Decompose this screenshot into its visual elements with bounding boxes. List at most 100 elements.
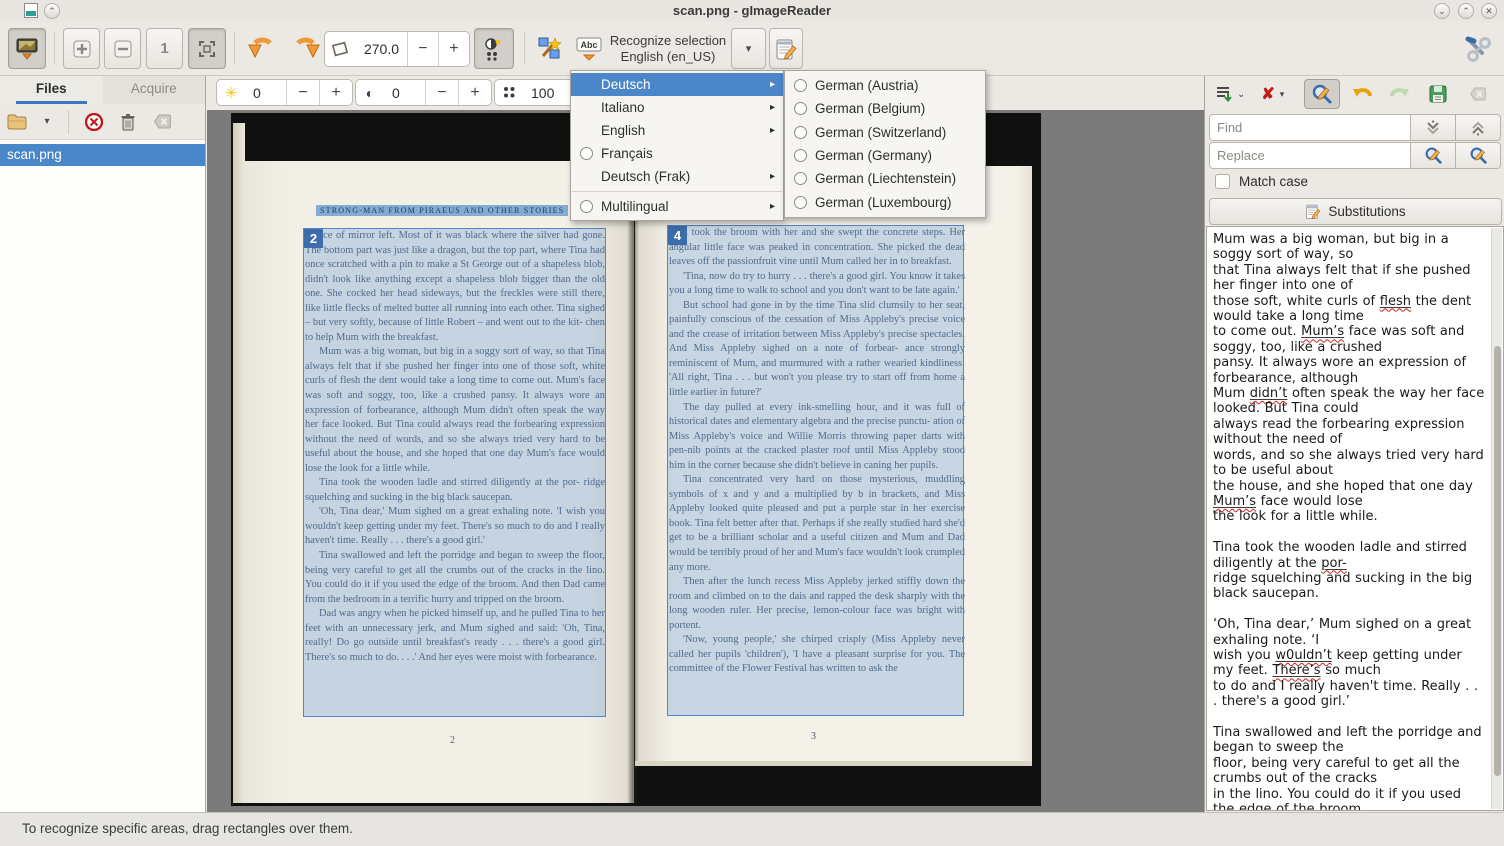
match-case-label: Match case (1239, 174, 1308, 189)
misspelled-word[interactable]: por- (1321, 556, 1346, 571)
left-page-number: 2 (450, 735, 455, 746)
clear-output-button[interactable] (1466, 79, 1490, 109)
chevron-down-icon: ⌄ (1438, 6, 1446, 16)
ocr-selection-region-2[interactable]: 2 (303, 228, 606, 717)
output-scrollbar[interactable] (1491, 228, 1502, 809)
zoom-fit-button[interactable] (188, 28, 226, 69)
find-input[interactable] (1209, 114, 1411, 141)
open-file-dropdown[interactable]: ▾ (34, 116, 60, 127)
image-controls-toggle[interactable] (474, 28, 514, 69)
menu-separator (572, 191, 782, 192)
minus-icon: − (418, 40, 427, 58)
match-case-option[interactable]: Match case (1215, 174, 1308, 189)
zoom-in-button[interactable] (63, 28, 100, 69)
match-case-checkbox[interactable] (1215, 174, 1230, 189)
minimize-button[interactable]: ⌄ (1434, 3, 1450, 19)
rotate-left-button[interactable] (242, 28, 282, 69)
recognize-language: English (en_US) (610, 49, 726, 65)
zoom-out-icon (114, 40, 132, 58)
ocr-selection-region-4[interactable]: 4 (667, 225, 964, 716)
submenu-item-german-belgium[interactable]: German (Belgium) (785, 97, 985, 120)
replace-button[interactable] (1411, 142, 1456, 169)
open-file-button[interactable] (0, 114, 34, 130)
brightness-value[interactable]: 0 (245, 80, 286, 105)
rotation-decrease-button[interactable]: − (408, 32, 438, 66)
tab-files[interactable]: Files (0, 76, 103, 104)
maximize-button[interactable]: ⌃ (1458, 3, 1474, 19)
output-line: the house, and she hoped that one day Mu… (1213, 479, 1485, 510)
redo-button[interactable] (1384, 79, 1414, 109)
zoom-original-button[interactable]: 1 (146, 28, 183, 69)
close-button[interactable]: ✕ (1481, 3, 1497, 19)
menu-item-deutsch-frak[interactable]: Deutsch (Frak)▸ (571, 165, 783, 188)
output-scrollbar-thumb[interactable] (1494, 346, 1501, 776)
submenu-item-german-liechtenstein[interactable]: German (Liechtenstein) (785, 167, 985, 190)
submenu-arrow-icon: ▸ (770, 125, 775, 136)
save-output-button[interactable] (1424, 79, 1452, 109)
substitutions-button[interactable]: Substitutions (1209, 198, 1502, 225)
recognize-button[interactable]: Abc Recognize selection English (en_US) (572, 28, 730, 69)
file-item-scan-png[interactable]: scan.png (0, 144, 205, 166)
radio-icon (580, 200, 593, 213)
output-line: wish you w0uldn’t keep getting under my … (1213, 648, 1485, 679)
menu-item-label: Deutsch (601, 77, 651, 92)
find-next-button[interactable] (1411, 114, 1456, 141)
rotation-value[interactable]: 270.0 (356, 32, 407, 66)
misspelled-word[interactable]: w0uldn’t (1275, 648, 1331, 663)
rotation-increase-button[interactable]: + (439, 32, 469, 66)
rotation-spinbox[interactable]: 270.0 − + (324, 31, 470, 67)
brightness-decrease[interactable]: − (287, 80, 319, 105)
submenu-item-german-luxembourg[interactable]: German (Luxembourg) (785, 190, 985, 213)
auto-layout-button[interactable] (532, 28, 568, 69)
status-message: To recognize specific areas, drag rectan… (22, 821, 353, 836)
remove-file-button[interactable] (77, 113, 111, 131)
menu-item-italiano[interactable]: Italiano▸ (571, 96, 783, 119)
find-prev-button[interactable] (1456, 114, 1501, 141)
contrast-decrease[interactable]: − (426, 80, 458, 105)
submenu-item-german-germany[interactable]: German (Germany) (785, 144, 985, 167)
output-line (1213, 602, 1485, 617)
ocr-output-textarea[interactable]: Mum was a big woman, but big in a soggy … (1206, 226, 1504, 811)
rotate-right-icon (292, 35, 320, 63)
replace-input[interactable] (1209, 142, 1411, 169)
tab-acquire[interactable]: Acquire (103, 76, 206, 104)
misspelled-word[interactable]: Mum’s (1301, 324, 1344, 339)
misspelled-word[interactable]: Mum’s (1213, 494, 1256, 509)
strip-x-icon: ✘ (1261, 84, 1274, 104)
submenu-item-german-austria[interactable]: German (Austria) (785, 74, 985, 97)
brightness-spinbox[interactable]: ✳ 0 − + (216, 79, 353, 106)
insert-mode-button[interactable]: ⌄ (1211, 79, 1249, 109)
clear-files-button[interactable] (145, 114, 179, 129)
replace-all-button[interactable] (1456, 142, 1501, 169)
show-controls-toggle[interactable] (8, 28, 46, 69)
find-prev-icon (1469, 120, 1487, 136)
misspelled-word[interactable]: didn’t (1250, 386, 1288, 401)
delete-file-button[interactable] (111, 113, 145, 131)
region-badge: 4 (668, 226, 687, 245)
submenu-item-label: German (Switzerland) (815, 125, 946, 140)
submenu-item-label: German (Germany) (815, 148, 932, 163)
contrast-increase[interactable]: + (459, 80, 491, 105)
menu-item-fran-ais[interactable]: Français (571, 142, 783, 165)
brightness-increase[interactable]: + (320, 80, 352, 105)
right-page-number: 3 (811, 731, 816, 742)
undo-button[interactable] (1348, 79, 1378, 109)
zoom-out-button[interactable] (104, 28, 141, 69)
output-line: Tina swallowed and left the porridge and… (1213, 725, 1485, 756)
misspelled-word[interactable]: flesh (1380, 294, 1411, 309)
recognize-language-dropdown[interactable]: ▾ (731, 28, 766, 69)
menu-item-english[interactable]: English▸ (571, 119, 783, 142)
misspelled-word[interactable]: There’s (1272, 663, 1320, 678)
menu-item-multilingual[interactable]: Multilingual▸ (571, 195, 783, 218)
strip-linebreaks-button[interactable]: ✘ ▾ (1257, 79, 1288, 109)
menu-item-deutsch[interactable]: Deutsch▸ (571, 73, 783, 96)
settings-button[interactable] (1458, 28, 1498, 69)
contrast-spinbox[interactable]: ◐ 0 − + (355, 79, 492, 106)
rotate-right-button[interactable] (286, 28, 326, 69)
find-replace-toggle[interactable] (1304, 79, 1340, 109)
trash-icon (120, 113, 136, 131)
contrast-value[interactable]: 0 (384, 80, 425, 105)
submenu-arrow-icon: ▸ (770, 102, 775, 113)
submenu-item-german-switzerland[interactable]: German (Switzerland) (785, 121, 985, 144)
output-pane-toggle[interactable] (769, 28, 803, 69)
